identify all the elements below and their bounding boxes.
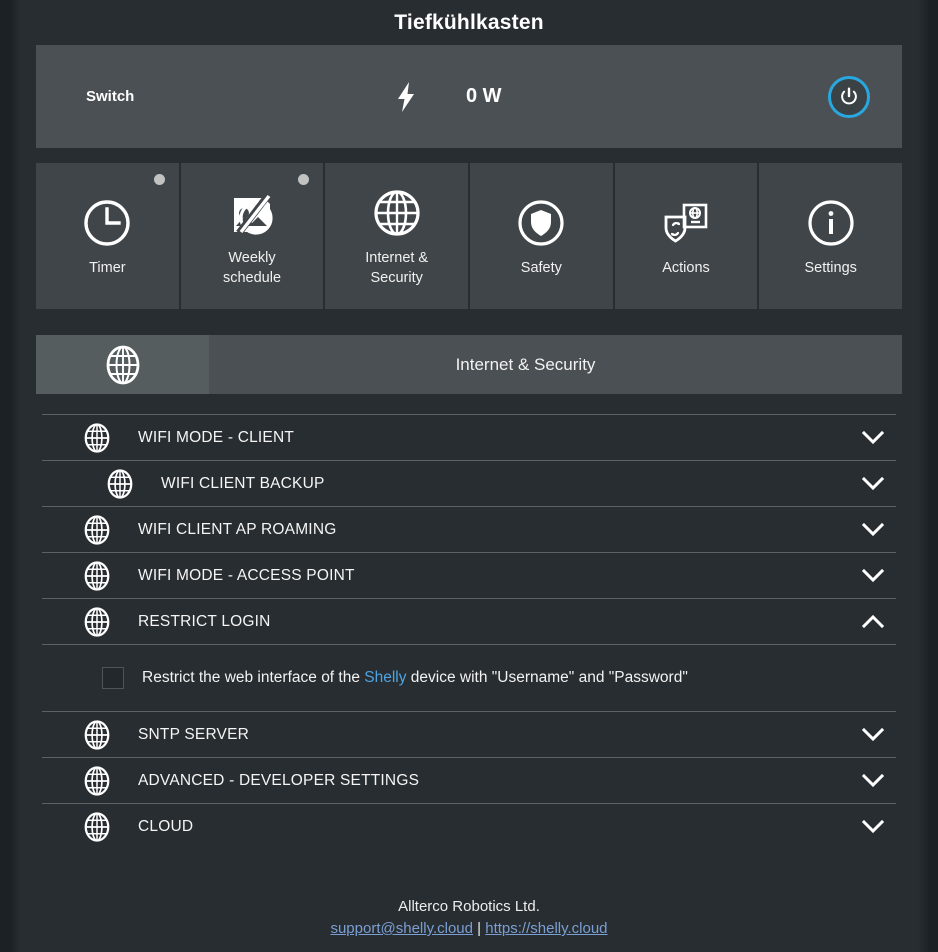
accordion-label: CLOUD [138,817,194,835]
tile-label: Weekly schedule [223,248,281,288]
chevron-down-icon[interactable] [850,476,896,491]
tile-label: Internet & Security [365,248,428,288]
shield-icon [516,194,566,252]
footer: Allterco Robotics Ltd. support@shelly.cl… [0,896,938,940]
globe-icon [84,765,138,796]
tile-safety[interactable]: Safety [470,163,615,309]
accordion-label: ADVANCED - DEVELOPER SETTINGS [138,771,420,789]
page-root: Tiefkühlkasten Switch 0 W Timer Weekly s… [0,0,938,952]
accordion-row-wifi-mode-access-point[interactable]: WIFI MODE - ACCESS POINT [42,552,896,598]
section-title: Internet & Security [455,354,596,374]
tile-settings[interactable]: Settings [759,163,903,309]
accordion-row-wifi-client-backup[interactable]: WIFI CLIENT BACKUP [42,460,896,506]
tile-actions[interactable]: Actions [614,163,760,309]
chevron-down-icon[interactable] [850,568,896,583]
chevron-down-icon[interactable] [850,773,896,788]
tile-weekly-schedule[interactable]: Weekly schedule [180,163,326,309]
switch-name-label: Switch [86,88,135,105]
globe-icon [84,811,138,842]
chevron-down-icon[interactable] [850,727,896,742]
footer-links: support@shelly.cloud | https://shelly.cl… [0,918,938,940]
globe-icon [84,422,138,453]
globe-icon [107,468,161,499]
accordion-row-wifi-mode-client[interactable]: WIFI MODE - CLIENT [42,414,896,460]
globe-icon [106,345,140,385]
tile-label: Settings [804,260,857,276]
accordion-row-sntp-server[interactable]: SNTP SERVER [42,711,896,757]
power-reading: 0 W [466,85,502,107]
accordion-label: WIFI MODE - CLIENT [138,428,295,446]
footer-email-link[interactable]: support@shelly.cloud [330,920,473,937]
globe-icon [84,719,138,750]
globe-icon [84,560,138,591]
chevron-down-icon[interactable] [850,819,896,834]
accordion-label: SNTP SERVER [138,725,250,743]
tile-status-dot [298,174,310,185]
tile-label-line1: Weekly [228,250,276,266]
chevron-down-icon[interactable] [850,522,896,537]
accordion-row-wifi-client-ap-roaming[interactable]: WIFI CLIENT AP ROAMING [42,506,896,552]
restrict-login-label: Restrict the web interface of the Shelly… [142,669,688,687]
footer-separator: | [473,920,486,937]
accordion-row-advanced-developer-settings[interactable]: ADVANCED - DEVELOPER SETTINGS [42,757,896,803]
accordion-label: WIFI MODE - ACCESS POINT [138,566,355,584]
power-toggle-button[interactable] [828,75,870,118]
tile-label-line2: Security [370,270,423,286]
info-icon [806,194,856,252]
section-header: Internet & Security [36,335,902,394]
tile-timer[interactable]: Timer [36,163,181,309]
switch-bar: Switch 0 W [36,45,902,148]
accordion-label: RESTRICT LOGIN [138,612,271,630]
tile-label: Safety [520,260,562,276]
restrict-login-text-before: Restrict the web interface of the [142,669,365,686]
page-title: Tiefkühlkasten [394,11,544,34]
tile-internet-security[interactable]: Internet & Security [325,163,471,309]
accordion-row-restrict-login[interactable]: RESTRICT LOGIN [42,598,896,644]
accordion-label: WIFI CLIENT AP ROAMING [138,520,337,538]
chevron-up-icon[interactable] [850,614,896,629]
restrict-login-panel: Restrict the web interface of the Shelly… [42,644,896,711]
globe-icon [372,184,422,242]
brand-name: Shelly [364,669,407,686]
tile-label-line2: schedule [222,270,282,286]
tile-label: Actions [662,260,710,276]
globe-icon [84,606,138,637]
tile-label: Timer [89,260,126,276]
schedule-disabled-icon [226,184,278,242]
restrict-login-checkbox[interactable] [102,667,124,689]
globe-icon [84,514,138,545]
power-icon [838,86,860,108]
accordion-row-cloud[interactable]: CLOUD [42,803,896,849]
restrict-login-text-after: device with "Username" and "Password" [406,669,688,686]
lightning-bolt-icon [386,81,426,112]
accordion-label: WIFI CLIENT BACKUP [161,474,325,492]
feature-tiles: Timer Weekly schedule Internet & Securit… [36,163,903,309]
tile-label-line1: Internet & [365,250,429,266]
actions-icon [660,194,712,252]
footer-website-link[interactable]: https://shelly.cloud [485,920,607,937]
clock-icon [82,194,132,252]
settings-accordion: WIFI MODE - CLIENT WIFI CLIENT BACKUP WI… [36,414,902,849]
section-globe-icon-button[interactable] [36,335,209,394]
footer-company: Allterco Robotics Ltd. [398,898,540,915]
tile-status-dot [153,174,165,185]
chevron-down-icon[interactable] [850,430,896,445]
